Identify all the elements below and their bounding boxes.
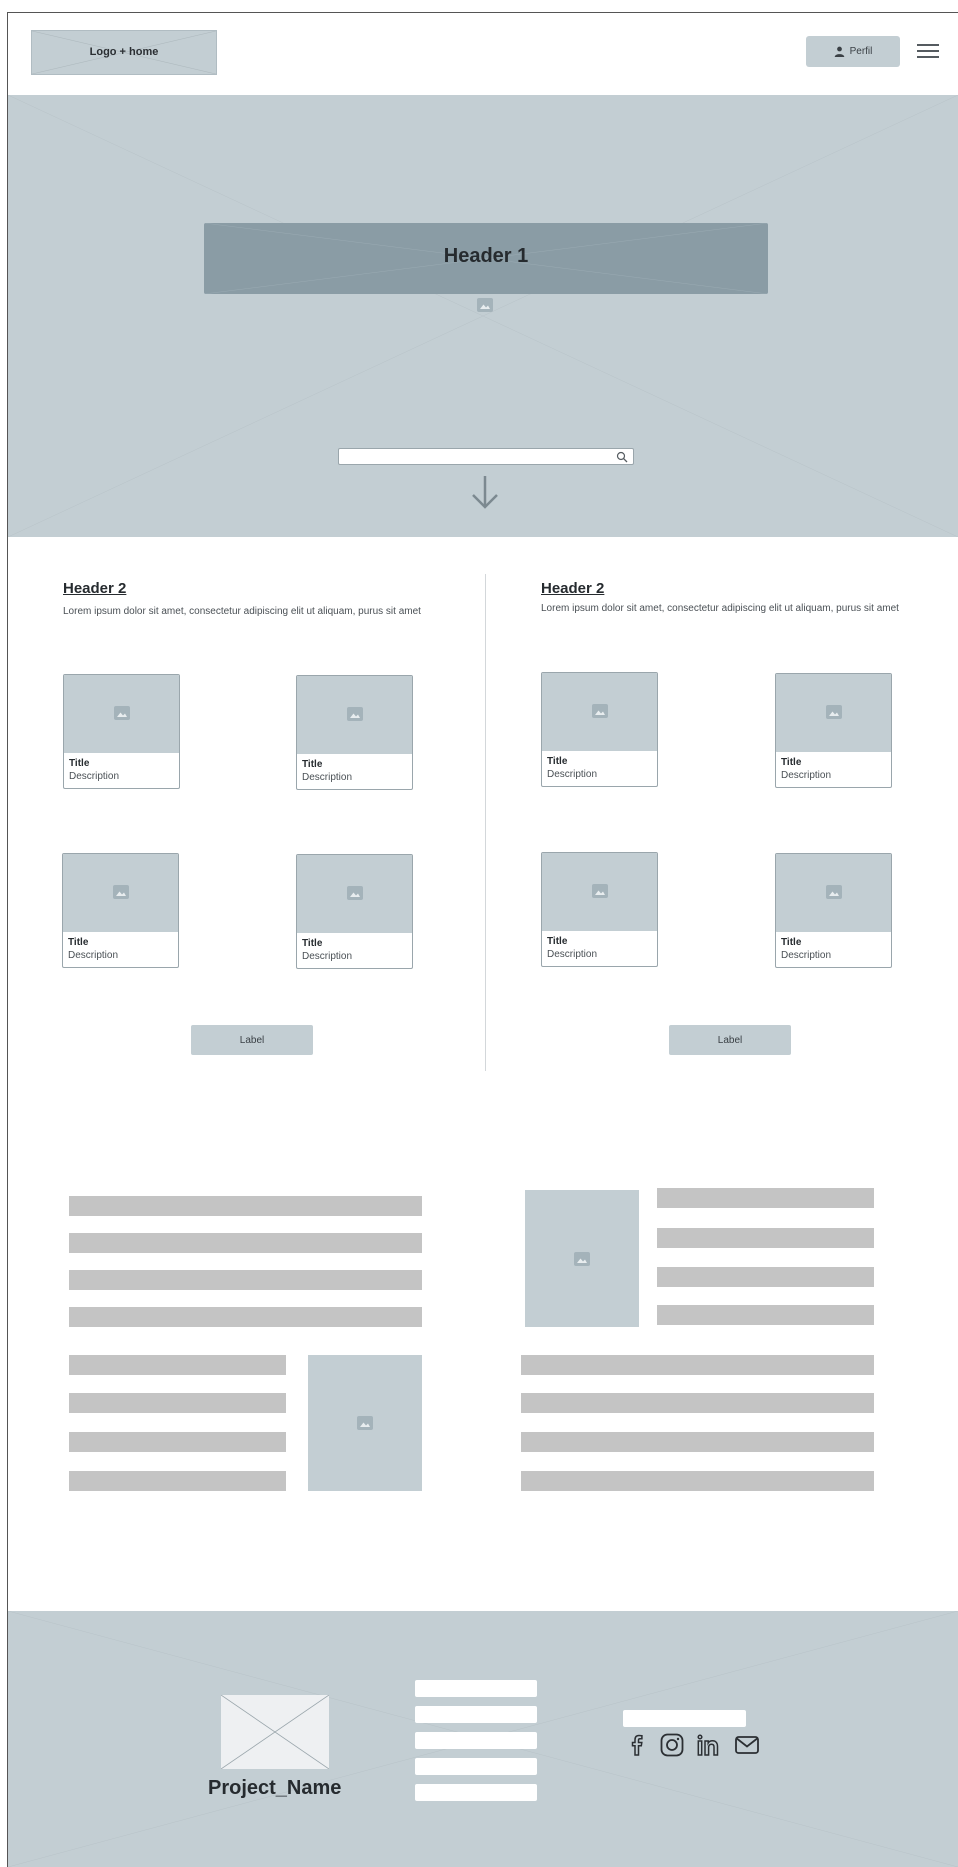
hero-section bbox=[8, 95, 958, 537]
card-description: Description bbox=[547, 769, 598, 780]
text-line-placeholder bbox=[521, 1471, 874, 1491]
mail-icon[interactable] bbox=[734, 1732, 760, 1758]
text-line-placeholder bbox=[657, 1267, 874, 1287]
image-placeholder-icon bbox=[826, 885, 842, 899]
footer-link[interactable] bbox=[415, 1706, 537, 1723]
content-card[interactable]: Title Description bbox=[296, 854, 413, 969]
card-title: Title bbox=[68, 937, 89, 948]
content-card[interactable]: Title Description bbox=[541, 852, 658, 967]
scroll-down-arrow-icon[interactable] bbox=[470, 474, 500, 510]
text-line-placeholder bbox=[69, 1233, 422, 1253]
text-line-placeholder bbox=[69, 1270, 422, 1290]
search-icon[interactable] bbox=[616, 450, 628, 463]
footer-link[interactable] bbox=[415, 1784, 537, 1801]
card-description: Description bbox=[302, 772, 353, 783]
card-title: Title bbox=[547, 936, 568, 947]
project-name: Project_Name bbox=[208, 1777, 342, 1799]
facebook-icon[interactable] bbox=[624, 1732, 650, 1758]
footer-logo-placeholder bbox=[221, 1695, 329, 1769]
footer-link[interactable] bbox=[415, 1758, 537, 1775]
text-line-placeholder bbox=[69, 1393, 286, 1413]
card-image bbox=[64, 675, 179, 753]
image-placeholder bbox=[308, 1355, 422, 1491]
card-title: Title bbox=[781, 937, 802, 948]
content-card[interactable]: Title Description bbox=[775, 673, 892, 788]
content-card[interactable]: Title Description bbox=[775, 853, 892, 968]
text-line-placeholder bbox=[69, 1307, 422, 1327]
text-line-placeholder bbox=[69, 1355, 286, 1375]
footer-link[interactable] bbox=[415, 1732, 537, 1749]
card-description: Description bbox=[302, 951, 353, 962]
profile-button[interactable]: Perfil bbox=[806, 36, 900, 67]
column-divider bbox=[485, 574, 486, 1071]
card-image bbox=[776, 854, 891, 932]
card-image bbox=[63, 854, 178, 932]
profile-label: Perfil bbox=[849, 46, 873, 57]
image-placeholder-icon bbox=[592, 884, 608, 898]
text-line-placeholder bbox=[657, 1228, 874, 1248]
footer-text-bar bbox=[623, 1710, 746, 1727]
linkedin-icon[interactable] bbox=[695, 1732, 721, 1758]
image-placeholder-icon bbox=[826, 705, 842, 719]
section-heading: Header 2 bbox=[541, 580, 605, 597]
section-description: Lorem ipsum dolor sit amet, consectetur … bbox=[63, 606, 421, 617]
image-placeholder-icon bbox=[113, 885, 129, 899]
card-title: Title bbox=[69, 758, 90, 769]
section-action-button[interactable]: Label bbox=[669, 1025, 791, 1055]
search-input[interactable] bbox=[339, 452, 607, 467]
card-image bbox=[297, 676, 412, 754]
text-line-placeholder bbox=[657, 1188, 874, 1208]
card-description: Description bbox=[781, 950, 832, 961]
content-card[interactable]: Title Description bbox=[62, 853, 179, 968]
card-description: Description bbox=[68, 950, 119, 961]
hamburger-menu-icon[interactable] bbox=[917, 44, 939, 60]
card-image bbox=[542, 853, 657, 931]
card-title: Title bbox=[781, 757, 802, 768]
card-image bbox=[776, 674, 891, 752]
text-line-placeholder bbox=[69, 1471, 286, 1491]
section-heading: Header 2 bbox=[63, 580, 127, 597]
section-description: Lorem ipsum dolor sit amet, consectetur … bbox=[541, 603, 899, 614]
image-placeholder-icon bbox=[592, 704, 608, 718]
text-line-placeholder bbox=[657, 1305, 874, 1325]
image-placeholder-icon bbox=[357, 1416, 373, 1430]
card-image bbox=[297, 855, 412, 933]
image-placeholder-icon bbox=[114, 706, 130, 720]
page-title: Header 1 bbox=[443, 245, 529, 267]
text-line-placeholder bbox=[521, 1355, 874, 1375]
card-title: Title bbox=[302, 938, 323, 949]
section-action-button[interactable]: Label bbox=[191, 1025, 313, 1055]
card-description: Description bbox=[69, 771, 120, 782]
image-placeholder-icon bbox=[347, 707, 363, 721]
hero-header-banner: Header 1 bbox=[204, 223, 768, 294]
card-description: Description bbox=[781, 770, 832, 781]
image-placeholder-icon bbox=[574, 1251, 590, 1266]
image-placeholder-icon bbox=[347, 886, 363, 900]
logo-home-link[interactable]: Logo + home bbox=[31, 30, 217, 75]
text-line-placeholder bbox=[69, 1432, 286, 1452]
content-card[interactable]: Title Description bbox=[541, 672, 658, 787]
card-description: Description bbox=[547, 949, 598, 960]
text-line-placeholder bbox=[521, 1393, 874, 1413]
image-placeholder bbox=[525, 1190, 639, 1327]
instagram-icon[interactable] bbox=[659, 1732, 685, 1758]
logo-label: Logo + home bbox=[89, 46, 159, 58]
card-image bbox=[542, 673, 657, 751]
footer-link[interactable] bbox=[415, 1680, 537, 1697]
content-card[interactable]: Title Description bbox=[296, 675, 413, 790]
card-title: Title bbox=[547, 756, 568, 767]
content-card[interactable]: Title Description bbox=[63, 674, 180, 789]
user-icon bbox=[834, 46, 845, 57]
image-placeholder-icon bbox=[477, 298, 493, 312]
text-line-placeholder bbox=[521, 1432, 874, 1452]
search-field[interactable] bbox=[338, 448, 634, 467]
text-line-placeholder bbox=[69, 1196, 422, 1216]
card-title: Title bbox=[302, 759, 323, 770]
